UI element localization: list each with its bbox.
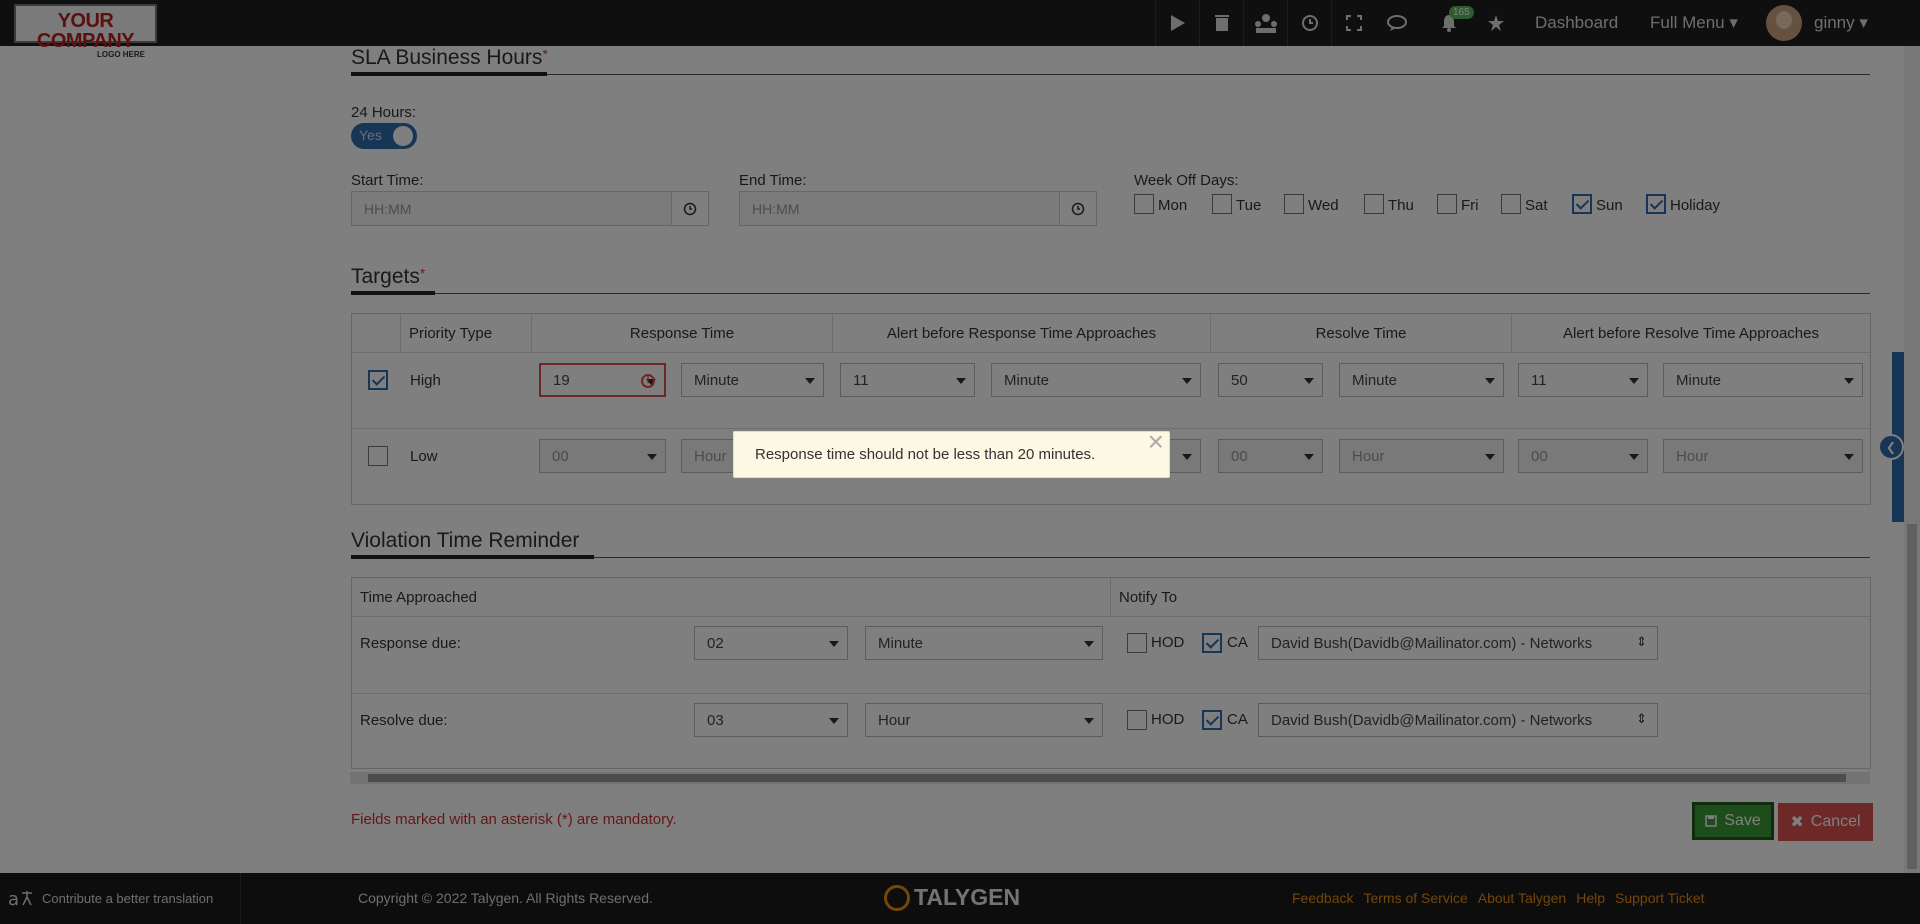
validation-alert: Response time should not be less than 20…: [733, 428, 1170, 478]
alert-message: Response time should not be less than 20…: [755, 446, 1096, 463]
close-icon[interactable]: ×: [1148, 428, 1164, 456]
